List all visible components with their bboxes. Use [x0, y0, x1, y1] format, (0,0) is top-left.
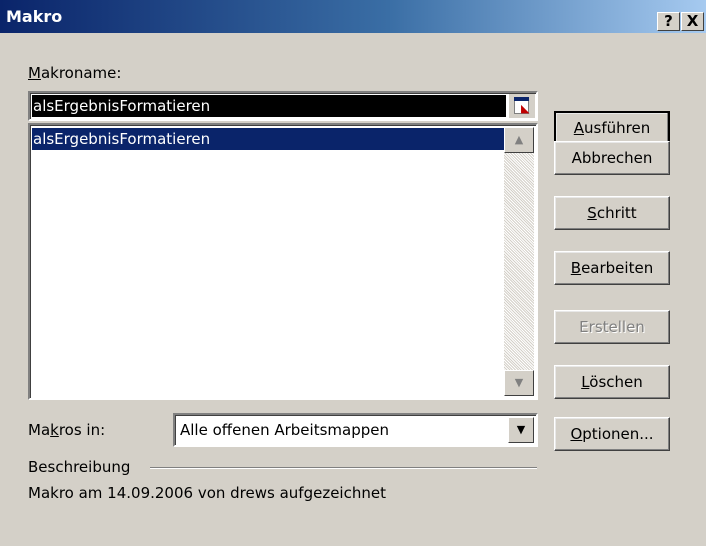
cancel-button[interactable]: Abbrechen	[554, 141, 670, 175]
macro-name-label: Makroname:	[28, 64, 122, 82]
macro-dialog: Makro ? X Makroname: alsErgebnisFormatie…	[0, 0, 706, 546]
delete-button[interactable]: Löschen	[554, 365, 670, 399]
chevron-down-icon[interactable]: ▼	[508, 417, 534, 443]
run-button[interactable]: Ausführen	[554, 111, 670, 145]
scroll-down-icon[interactable]: ▼	[504, 370, 534, 396]
description-text: Makro am 14.09.2006 von drews aufgezeich…	[28, 484, 386, 502]
create-button[interactable]: Erstellen	[554, 310, 670, 344]
macros-in-select[interactable]: Alle offenen Arbeitsmappen ▼	[173, 413, 538, 447]
close-button[interactable]: X	[681, 12, 704, 31]
macro-name-input[interactable]: alsErgebnisFormatieren	[32, 95, 506, 117]
step-button[interactable]: Schritt	[554, 196, 670, 230]
list-scrollbar[interactable]: ▲ ▼	[504, 127, 534, 396]
macro-name-field[interactable]: alsErgebnisFormatieren ◣	[28, 91, 538, 121]
macro-list[interactable]: alsErgebnisFormatieren ▲ ▼	[28, 123, 538, 400]
title-bar: Makro ? X	[0, 0, 706, 33]
description-heading: Beschreibung	[28, 458, 131, 476]
window-title: Makro	[6, 7, 63, 26]
macros-in-value: Alle offenen Arbeitsmappen	[180, 421, 389, 439]
options-button[interactable]: Optionen...	[554, 417, 670, 451]
list-item[interactable]: alsErgebnisFormatieren	[32, 128, 507, 150]
help-button[interactable]: ?	[657, 12, 680, 31]
collapse-dialog-icon[interactable]: ◣	[509, 94, 535, 118]
scroll-up-icon[interactable]: ▲	[504, 127, 534, 153]
divider	[150, 467, 537, 469]
edit-button[interactable]: Bearbeiten	[554, 251, 670, 285]
macros-in-label: Makros in:	[28, 421, 106, 439]
